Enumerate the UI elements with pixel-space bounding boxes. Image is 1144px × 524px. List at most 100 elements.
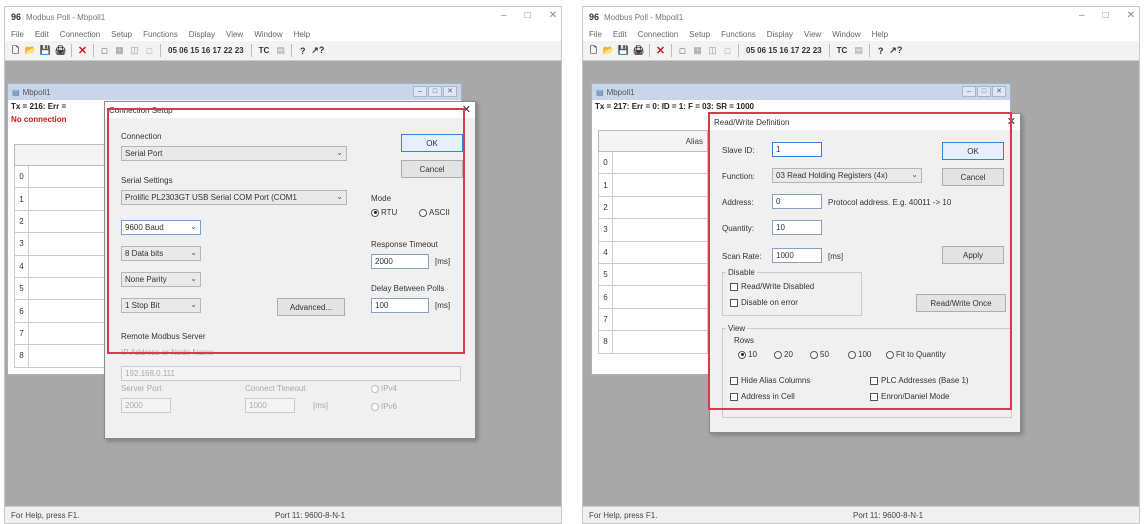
menu-view[interactable]: View [804, 30, 821, 39]
save-icon[interactable]: 💾 [39, 44, 52, 58]
tc-button[interactable]: TC [834, 44, 851, 58]
dialog-close-icon[interactable]: ✕ [462, 103, 471, 116]
table-row[interactable]: 7 [14, 322, 114, 346]
read-write-once-button[interactable]: Read/Write Once [916, 294, 1006, 312]
menu-edit[interactable]: Edit [35, 30, 49, 39]
connection-type-select[interactable]: Serial Port ⌄ [121, 146, 347, 161]
function-select[interactable]: 03 Read Holding Registers (4x) ⌄ [772, 168, 922, 183]
menu-functions[interactable]: Functions [721, 30, 756, 39]
data-bits-select[interactable]: 8 Data bits ⌄ [121, 246, 201, 261]
table-row[interactable]: 3 [598, 219, 708, 242]
help-icon[interactable]: ? [296, 44, 309, 58]
ok-button[interactable]: OK [942, 142, 1004, 160]
table-row[interactable]: 5 [598, 263, 708, 287]
new-file-icon[interactable]: 🗋 [587, 44, 600, 58]
print-icon[interactable]: 🖨 [54, 44, 67, 58]
context-help-icon[interactable]: ↗? [311, 44, 324, 58]
maximize-icon[interactable]: □ [525, 10, 531, 21]
maximize-icon[interactable]: □ [1103, 10, 1109, 21]
delay-between-polls-input[interactable]: 100 [371, 298, 429, 313]
table-row[interactable]: 2 [598, 196, 708, 220]
response-timeout-input[interactable]: 2000 [371, 254, 429, 269]
dialog-close-icon[interactable]: ✕ [1007, 115, 1016, 128]
menu-help[interactable]: Help [872, 30, 888, 39]
function-codes-buttons[interactable]: 05 06 15 16 17 22 23 [743, 44, 825, 58]
mdi-minimize-icon[interactable]: – [962, 86, 976, 97]
read-write-icon[interactable]: ▦ [691, 44, 704, 58]
table-row[interactable]: 4 [598, 241, 708, 264]
table-row[interactable]: 0 [598, 152, 708, 175]
function-codes-buttons[interactable]: 05 06 15 16 17 22 23 [165, 44, 247, 58]
close-icon[interactable]: ✕ [1127, 10, 1135, 21]
menu-functions[interactable]: Functions [143, 30, 178, 39]
help-icon[interactable]: ? [874, 44, 887, 58]
apply-button[interactable]: Apply [942, 246, 1004, 264]
register-table[interactable]: Alias 0 1 2 3 4 5 6 7 8 [598, 130, 708, 354]
serial-port-select[interactable]: Prolific PL2303GT USB Serial COM Port (C… [121, 190, 347, 205]
close-icon[interactable]: ✕ [549, 10, 557, 21]
connect-timeout-input[interactable]: 1000 [245, 398, 295, 413]
table-row[interactable]: 3 [14, 233, 114, 256]
server-port-input[interactable]: 2000 [121, 398, 171, 413]
parity-select[interactable]: None Parity ⌄ [121, 272, 201, 287]
hide-alias-columns-checkbox[interactable]: Hide Alias Columns [730, 376, 810, 385]
mdi-minimize-icon[interactable]: – [413, 86, 427, 97]
rows-10-radio[interactable]: 10 [738, 350, 757, 359]
mode-rtu-radio[interactable]: RTU [371, 208, 397, 217]
menu-window[interactable]: Window [832, 30, 860, 39]
mdi-maximize-icon[interactable]: □ [977, 86, 991, 97]
register-table[interactable]: 0 1 2 3 4 5 6 7 8 [14, 144, 114, 368]
print-preview-icon[interactable]: ◫ [128, 44, 141, 58]
advanced-button[interactable]: Advanced... [277, 298, 345, 316]
table-row[interactable]: 0 [14, 166, 114, 189]
menu-display[interactable]: Display [767, 30, 793, 39]
ip-address-input[interactable]: 192.168.0.111 [121, 366, 461, 381]
scan-rate-input[interactable]: 1000 [772, 248, 822, 263]
new-file-icon[interactable]: 🗋 [9, 44, 22, 58]
menu-file[interactable]: File [11, 30, 24, 39]
table-row[interactable]: 2 [14, 210, 114, 234]
rows-fit-radio[interactable]: Fit to Quantity [886, 350, 946, 359]
stop-bits-select[interactable]: 1 Stop Bit ⌄ [121, 298, 201, 313]
window-icon[interactable]: □ [676, 44, 689, 58]
delete-icon[interactable]: ✕ [654, 44, 667, 58]
ipv6-radio[interactable]: IPv6 [371, 402, 397, 411]
tc-button[interactable]: TC [256, 44, 273, 58]
slave-id-input[interactable]: 1 [772, 142, 822, 157]
menu-connection[interactable]: Connection [638, 30, 678, 39]
ok-button[interactable]: OK [401, 134, 463, 152]
cancel-button[interactable]: Cancel [401, 160, 463, 178]
mdi-close-icon[interactable]: ✕ [443, 86, 457, 97]
open-folder-icon[interactable]: 📂 [24, 44, 37, 58]
monitor-icon[interactable]: □ [143, 44, 156, 58]
table-row[interactable]: 8 [598, 331, 708, 354]
table-row[interactable]: 1 [14, 188, 114, 211]
read-write-icon[interactable]: ▦ [113, 44, 126, 58]
chart-icon[interactable]: ▤ [274, 44, 287, 58]
read-write-disabled-checkbox[interactable]: Read/Write Disabled [730, 282, 814, 291]
mdi-close-icon[interactable]: ✕ [992, 86, 1006, 97]
table-row[interactable]: 1 [598, 174, 708, 197]
save-icon[interactable]: 💾 [617, 44, 630, 58]
rows-20-radio[interactable]: 20 [774, 350, 793, 359]
minimize-icon[interactable]: – [501, 10, 507, 21]
chart-icon[interactable]: ▤ [852, 44, 865, 58]
context-help-icon[interactable]: ↗? [889, 44, 902, 58]
print-icon[interactable]: 🖨 [632, 44, 645, 58]
menu-help[interactable]: Help [294, 30, 310, 39]
ipv4-radio[interactable]: IPv4 [371, 384, 397, 393]
window-icon[interactable]: □ [98, 44, 111, 58]
monitor-icon[interactable]: □ [721, 44, 734, 58]
disable-on-error-checkbox[interactable]: Disable on error [730, 298, 798, 307]
menu-setup[interactable]: Setup [689, 30, 710, 39]
quantity-input[interactable]: 10 [772, 220, 822, 235]
address-in-cell-checkbox[interactable]: Address in Cell [730, 392, 795, 401]
enron-daniel-mode-checkbox[interactable]: Enron/Daniel Mode [870, 392, 949, 401]
print-preview-icon[interactable]: ◫ [706, 44, 719, 58]
table-row[interactable]: 6 [598, 286, 708, 309]
baud-rate-select[interactable]: 9600 Baud ⌄ [121, 220, 201, 235]
table-row[interactable]: 8 [14, 345, 114, 368]
menu-connection[interactable]: Connection [60, 30, 100, 39]
menu-window[interactable]: Window [254, 30, 282, 39]
menu-display[interactable]: Display [189, 30, 215, 39]
